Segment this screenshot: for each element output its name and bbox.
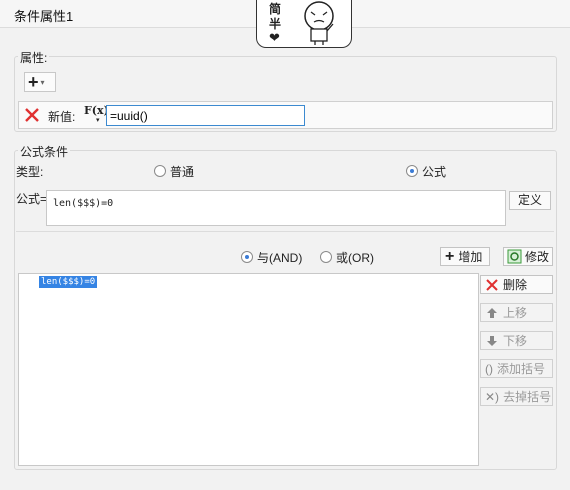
add-bracket-label: 添加括号 [497, 362, 546, 376]
heart-icon: ❤ [269, 30, 280, 45]
mascot-sticker: 简 半 ❤ [256, 0, 352, 48]
condition-list-item[interactable]: len($$$)=0 [39, 276, 98, 288]
plus-icon: + [28, 72, 39, 92]
type-normal-label[interactable]: 普通 [170, 163, 194, 180]
arrow-up-icon [487, 307, 497, 318]
new-value-label: 新值: [48, 110, 76, 124]
logic-and-label[interactable]: 与(AND) [257, 249, 302, 266]
chevron-down-icon: ▾ [40, 77, 45, 87]
move-down-button[interactable]: 下移 [480, 331, 553, 350]
formula-input[interactable]: len($$$)=0 [46, 190, 506, 226]
condition-list[interactable] [18, 273, 479, 466]
remove-property-button[interactable] [23, 106, 41, 124]
close-icon [25, 108, 39, 122]
remove-bracket-button[interactable]: ✕) 去掉括号 [480, 387, 553, 406]
formula-fx-button[interactable]: F(x) ▾ [84, 104, 109, 124]
close-icon [486, 278, 498, 291]
property-legend: 属性: [18, 49, 50, 66]
add-property-button[interactable]: + ▾ [24, 72, 56, 92]
formula-condition-legend: 公式条件 [18, 143, 71, 160]
remove-bracket-icon: ✕) [485, 389, 500, 404]
logic-and-radio[interactable] [241, 251, 253, 263]
type-label: 类型: [16, 165, 44, 179]
modify-condition-button[interactable]: 修改 [503, 247, 553, 266]
move-up-button[interactable]: 上移 [480, 303, 553, 322]
type-formula-radio[interactable] [406, 165, 418, 177]
divider [16, 231, 554, 232]
logic-or-radio[interactable] [320, 251, 332, 263]
add-condition-button[interactable]: + 增加 [440, 247, 490, 266]
arrow-down-icon [487, 335, 497, 346]
new-value-input[interactable] [106, 105, 305, 126]
bracket-icon: () [485, 361, 493, 376]
move-down-label: 下移 [503, 334, 528, 348]
add-condition-label: 增加 [458, 250, 483, 264]
type-formula-label[interactable]: 公式 [422, 163, 446, 180]
edit-icon [507, 249, 522, 264]
plus-icon: + [445, 247, 455, 265]
modify-condition-label: 修改 [525, 250, 550, 264]
type-normal-radio[interactable] [154, 165, 166, 177]
mascot-figure-icon [304, 1, 334, 45]
add-bracket-button[interactable]: () 添加括号 [480, 359, 553, 378]
logic-or-label[interactable]: 或(OR) [336, 249, 374, 266]
window-title: 条件属性1 [14, 9, 74, 24]
remove-bracket-label: 去掉括号 [503, 390, 552, 404]
move-up-label: 上移 [503, 306, 528, 320]
delete-condition-button[interactable]: 删除 [480, 275, 553, 294]
delete-condition-label: 删除 [503, 278, 528, 292]
define-button[interactable]: 定义 [509, 191, 551, 210]
formula-label: 公式= [16, 192, 48, 206]
chevron-down-icon: ▾ [96, 115, 100, 124]
